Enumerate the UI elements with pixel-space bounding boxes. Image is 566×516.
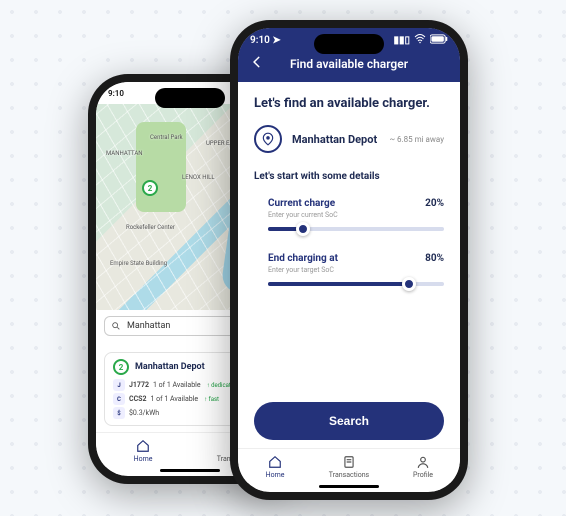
connector-status: 1 of 1 Available: [153, 381, 201, 389]
target-charge-sublabel: Enter your target SoC: [268, 266, 444, 274]
slider-thumb[interactable]: [296, 222, 310, 236]
nav-transactions-label: Transactions: [329, 471, 369, 479]
target-charge-label: End charging at: [268, 253, 338, 264]
arrow-left-icon: [250, 55, 264, 69]
current-charge-sublabel: Enter your current SoC: [268, 211, 444, 219]
target-charge-value: 80%: [425, 253, 444, 264]
connector-badge-icon: C: [113, 393, 125, 405]
current-charge-value: 20%: [425, 198, 444, 209]
target-charge-slider[interactable]: End charging at 80% Enter your target So…: [254, 253, 444, 286]
location-distance: ~ 6.85 mi away: [390, 135, 444, 144]
header-title: Find available charger: [274, 57, 424, 71]
search-value: Manhattan: [127, 321, 170, 331]
profile-icon: [416, 455, 430, 469]
signal-icon: ▮▮▯: [393, 35, 410, 46]
nav-home[interactable]: Home: [238, 455, 312, 479]
search-button[interactable]: Search: [254, 402, 444, 440]
map-label-central-park: Central Park: [150, 134, 183, 141]
search-icon: [111, 321, 121, 331]
bottom-nav: Home Transactions Profile: [238, 448, 460, 483]
slider-thumb[interactable]: [402, 277, 416, 291]
depot-pin-icon: 2: [113, 359, 129, 375]
connector-badge-icon: J: [113, 379, 125, 391]
phone-notch: [155, 88, 225, 108]
home-indicator: [319, 485, 379, 488]
home-icon: [268, 455, 282, 469]
status-time: 9:10 ➤: [250, 35, 281, 46]
connector-code: CCS2: [129, 395, 147, 403]
details-header: Let's start with some details: [254, 171, 444, 182]
slider-fill: [268, 282, 409, 286]
nav-home[interactable]: Home: [96, 439, 190, 463]
nav-profile-label: Profile: [413, 471, 433, 479]
price-value: $0.3/kWh: [129, 409, 159, 417]
status-time: 9:10: [108, 89, 124, 98]
price-icon: $: [113, 407, 125, 419]
phone-notch: [314, 34, 384, 54]
wifi-icon: [414, 34, 426, 47]
status-right: ▮▮▯: [393, 34, 448, 47]
back-button[interactable]: [250, 55, 264, 72]
connector-status: 1 of 1 Available: [151, 395, 199, 403]
battery-icon: [430, 34, 448, 47]
nav-home-label: Home: [134, 455, 153, 463]
slider-track[interactable]: [268, 227, 444, 231]
location-row[interactable]: Manhattan Depot ~ 6.85 mi away: [254, 125, 444, 153]
nav-home-label: Home: [266, 471, 285, 479]
page-headline: Let's find an available charger.: [254, 96, 444, 111]
map-label-empire: Empire State Building: [110, 260, 167, 267]
phone-find-charger-screen: 9:10 ➤ ▮▮▯ Find available charger: [238, 28, 460, 492]
slider-track[interactable]: [268, 282, 444, 286]
depot-name: Manhattan Depot: [135, 362, 205, 372]
connector-tag: ↑ fast: [204, 396, 219, 403]
document-icon: [342, 455, 356, 469]
location-name: Manhattan Depot: [292, 133, 377, 146]
nav-profile[interactable]: Profile: [386, 455, 460, 479]
current-charge-label: Current charge: [268, 198, 335, 209]
map-label-rockefeller: Rockefeller Center: [126, 224, 175, 231]
phone-find-charger: 9:10 ➤ ▮▮▯ Find available charger: [230, 20, 468, 500]
location-pin-icon: [254, 125, 282, 153]
map-pin-count: 2: [148, 184, 153, 193]
connector-code: J1772: [129, 381, 149, 389]
map-label-lenox: LENOX HILL: [182, 174, 215, 181]
home-indicator: [160, 469, 220, 472]
map-label-manhattan: MANHATTAN: [106, 150, 143, 157]
home-icon: [136, 439, 150, 453]
depot-pin-number: 2: [119, 363, 124, 372]
current-charge-slider[interactable]: Current charge 20% Enter your current So…: [254, 198, 444, 231]
nav-transactions[interactable]: Transactions: [312, 455, 386, 479]
map-pin[interactable]: 2: [142, 180, 158, 196]
